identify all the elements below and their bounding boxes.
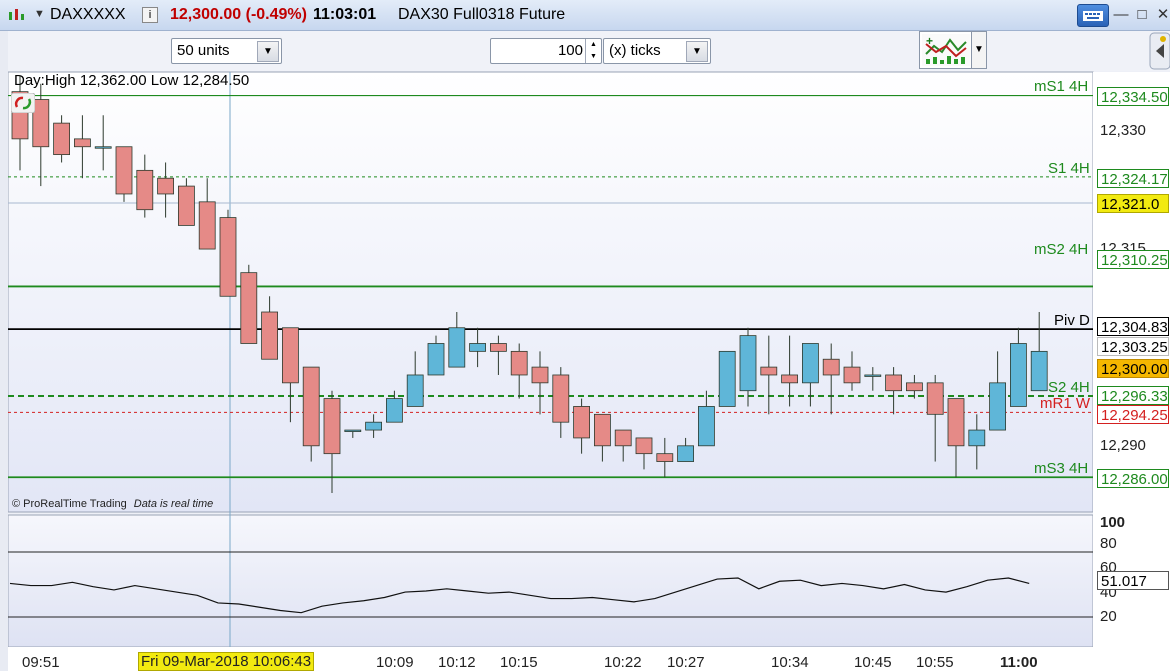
candle-body bbox=[531, 366, 549, 384]
candle-body bbox=[115, 146, 133, 195]
candle-body bbox=[677, 445, 694, 462]
chart-header: Day:High 12,362.00 Low 12,284.50 bbox=[14, 72, 250, 89]
candle-body bbox=[843, 366, 861, 384]
price-chart[interactable] bbox=[0, 0, 1170, 671]
level-label: mS2 4H bbox=[1034, 241, 1089, 258]
oscillator-panel bbox=[7, 514, 1094, 648]
candle-body bbox=[802, 343, 819, 384]
candle-body bbox=[177, 185, 195, 226]
candle-body bbox=[906, 382, 923, 392]
osc-tick: 20 bbox=[1100, 608, 1117, 625]
candle-body bbox=[947, 398, 965, 447]
x-tick: 10:45 bbox=[854, 654, 892, 671]
candle-body bbox=[739, 335, 757, 392]
candle-body bbox=[406, 374, 424, 407]
candle-body bbox=[32, 99, 50, 148]
candle-body bbox=[53, 122, 70, 156]
candle-body bbox=[302, 366, 320, 447]
candle-body bbox=[760, 366, 778, 376]
osc-tick: 100 bbox=[1100, 514, 1126, 531]
candle-body bbox=[573, 406, 590, 439]
last-price-box: 12,300.00 bbox=[1097, 359, 1169, 378]
candle-body bbox=[885, 374, 902, 392]
candle-body bbox=[594, 413, 611, 447]
level-label: Piv D bbox=[1054, 312, 1090, 329]
x-tick: 11:00 bbox=[1000, 654, 1038, 671]
level-value-box: 12,334.50 bbox=[1097, 87, 1169, 106]
candle-body bbox=[157, 177, 175, 195]
data-status: Data is real time bbox=[133, 498, 214, 510]
level-label: S2 4H bbox=[1048, 379, 1090, 396]
x-tick: 10:27 bbox=[667, 654, 705, 671]
candle-body bbox=[926, 382, 944, 415]
brand-text: © ProRealTime Trading bbox=[12, 498, 127, 510]
candle-body bbox=[718, 350, 736, 407]
candle-body bbox=[323, 398, 341, 455]
candle-body bbox=[469, 343, 487, 352]
level-value-box: 12,324.17 bbox=[1097, 169, 1169, 188]
candle-body bbox=[74, 138, 91, 148]
data-source-credit: © ProRealTime Trading Data is real time bbox=[12, 498, 213, 510]
candle-body bbox=[240, 272, 258, 344]
candle-body bbox=[656, 453, 674, 462]
x-tick: 10:09 bbox=[376, 654, 414, 671]
y-tick: 12,290 bbox=[1100, 437, 1146, 454]
candle-body bbox=[365, 421, 383, 431]
candle-body bbox=[510, 350, 528, 376]
candle-body bbox=[698, 406, 715, 447]
candle-body bbox=[94, 146, 112, 149]
candle-body bbox=[635, 437, 653, 455]
candle-body bbox=[989, 382, 1006, 431]
level-value-box: 12,296.33 bbox=[1097, 386, 1169, 405]
left-gutter bbox=[0, 31, 8, 671]
x-tick: 10:22 bbox=[604, 654, 642, 671]
level-value-box: 12,304.83 bbox=[1097, 317, 1169, 336]
level-value-box: 12,286.00 bbox=[1097, 469, 1169, 488]
candle-body bbox=[864, 374, 882, 377]
x-tick: 10:12 bbox=[438, 654, 476, 671]
candle-body bbox=[614, 429, 632, 447]
level-label: mR1 W bbox=[1040, 395, 1090, 412]
osc-value-box: 51.017 bbox=[1097, 571, 1169, 590]
price-panel bbox=[7, 71, 1094, 513]
candle-body bbox=[261, 311, 279, 360]
candle-body bbox=[448, 327, 466, 368]
candle-body bbox=[281, 327, 299, 384]
x-tick: 10:55 bbox=[916, 654, 954, 671]
refresh-icon[interactable] bbox=[11, 93, 35, 113]
candle-body bbox=[136, 169, 154, 211]
y-tick: 12,330 bbox=[1100, 122, 1146, 139]
candle-body bbox=[344, 429, 362, 432]
level-label: mS1 4H bbox=[1034, 78, 1089, 95]
level-label: mS3 4H bbox=[1034, 460, 1089, 477]
x-tick: 10:15 bbox=[500, 654, 538, 671]
candle-body bbox=[822, 358, 840, 376]
level-value-box: 12,303.25 bbox=[1097, 337, 1169, 356]
candle-body bbox=[198, 201, 216, 250]
candle-body bbox=[219, 217, 237, 297]
candle-body bbox=[1010, 343, 1027, 407]
crosshair-price-box: 12,321.0 bbox=[1097, 194, 1169, 213]
x-tick: 09:51 bbox=[22, 654, 60, 671]
candle-body bbox=[968, 429, 986, 447]
candle-body bbox=[489, 343, 507, 352]
candle-body bbox=[427, 343, 445, 376]
level-value-box: 12,294.25 bbox=[1097, 405, 1169, 424]
crosshair-time-box: Fri 09-Mar-2018 10:06:43 bbox=[138, 652, 315, 671]
x-tick: 10:34 bbox=[771, 654, 809, 671]
candle-body bbox=[781, 374, 798, 384]
osc-tick: 80 bbox=[1100, 535, 1117, 552]
candle-body bbox=[1030, 350, 1048, 392]
level-label: S1 4H bbox=[1048, 160, 1090, 177]
candle-body bbox=[552, 374, 570, 423]
candle-body bbox=[385, 398, 403, 423]
level-value-box: 12,310.25 bbox=[1097, 250, 1169, 269]
